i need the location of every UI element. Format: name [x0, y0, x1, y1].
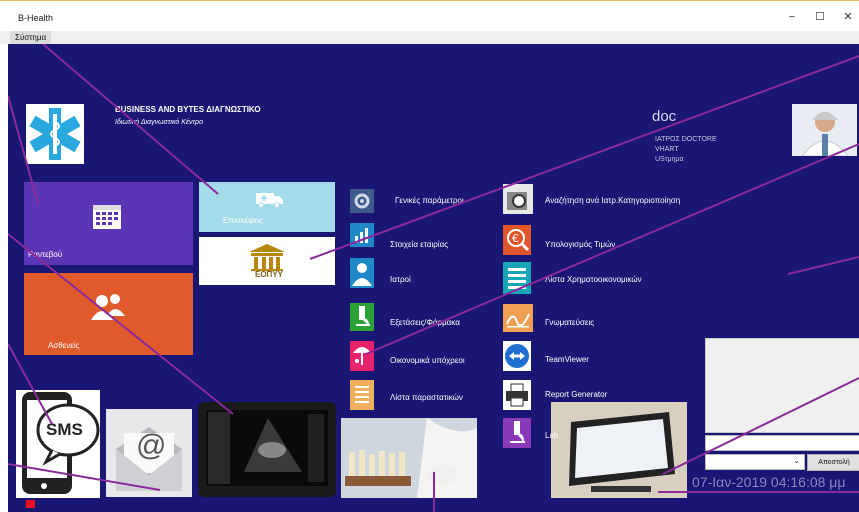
maximize-icon[interactable]: ☐	[810, 9, 830, 25]
minimize-icon[interactable]: −	[782, 9, 802, 25]
appointments-tile[interactable]: Ραντεβού	[24, 182, 193, 265]
menu-bar: Σύστημα	[0, 31, 859, 44]
svg-text:€: €	[512, 232, 519, 245]
clinic-subtitle: Ιδιωτικό Διαγνωστικό Κέντρο	[115, 119, 203, 126]
app-title: B-Health	[18, 13, 54, 23]
lab-samples-image	[341, 418, 477, 498]
eopyy-tile[interactable]: ΕΟΠΥΥ	[199, 237, 335, 285]
clinic-logo	[26, 104, 84, 164]
sms-tile[interactable]: SMS	[16, 390, 100, 498]
menu-label: Λίστα παραστατικών	[390, 393, 463, 402]
patients-label: Ασθενείς	[48, 341, 80, 350]
menu-label: TeamViewer	[545, 355, 589, 364]
main-panel: BUSINESS AND BYTES ΔΙΑΓΝΩΣΤΙΚΟ Ιδιωτικό …	[8, 44, 859, 512]
ultrasound-image	[206, 410, 328, 486]
menu-label: Λίστα Χρηματοοικονομικών	[545, 275, 642, 284]
recipient-combo[interactable]: ⌄	[705, 454, 805, 470]
euro-search-icon: €	[503, 225, 531, 255]
user-name: VHART	[655, 146, 679, 153]
user-short: doc	[652, 108, 677, 125]
user-title: ΙΑΤΡΟΣ DOCTORE	[655, 136, 717, 143]
microscope-icon	[350, 303, 374, 331]
status-indicator	[26, 500, 35, 508]
menu-label: Γνωματεύσεις	[545, 318, 595, 327]
patients-icon	[91, 294, 125, 320]
email-at-label: @	[136, 429, 167, 462]
signature-icon	[503, 304, 533, 332]
menu-label: Ιατροί	[390, 275, 411, 284]
visits-label: Επισκέψεις	[223, 216, 264, 225]
search-doc-icon	[503, 184, 533, 214]
appointments-label: Ραντεβού	[28, 250, 63, 259]
teamviewer-icon	[503, 341, 531, 371]
email-tile[interactable]: @	[106, 409, 192, 497]
doctor-icon	[350, 258, 374, 288]
sms-label: SMS	[46, 420, 83, 439]
calendar-icon	[93, 205, 121, 229]
star-of-life-icon	[29, 108, 81, 160]
title-bar: B-Health − ☐ ✕	[0, 0, 859, 32]
visits-tile[interactable]: Επισκέψεις	[199, 182, 335, 232]
tablet-image	[551, 402, 687, 498]
ultrasound-tile[interactable]	[198, 402, 336, 497]
menu-label: Οικονομικά υπόχρεοι	[390, 356, 465, 365]
menu-label: Γενικές παράμετροι	[395, 196, 464, 205]
user-dept: USτμημα	[655, 156, 684, 163]
menu-label: Στοιχεία εταιρίας	[390, 240, 449, 249]
tablet-tile[interactable]	[551, 402, 687, 498]
eopyy-label: ΕΟΠΥΥ	[255, 270, 284, 279]
send-button[interactable]: Αποστολή	[807, 454, 859, 471]
lab-samples-tile[interactable]	[341, 418, 477, 498]
patients-tile[interactable]: Ασθενείς	[24, 273, 193, 355]
chart-icon	[350, 223, 374, 247]
menu-label: Αναζήτηση ανά Ιατρ.Κατηγοριοποίηση	[545, 196, 681, 205]
datetime-clock: 07-Ιαν-2019 04:16:08 μμ	[692, 474, 846, 490]
message-display-box[interactable]	[705, 338, 859, 433]
list-icon	[350, 380, 374, 410]
lab-icon	[503, 418, 531, 448]
clinic-name: BUSINESS AND BYTES ΔΙΑΓΝΩΣΤΙΚΟ	[115, 105, 261, 114]
menu-label: Lab	[545, 431, 559, 440]
finance-list-icon	[503, 262, 531, 294]
ambulance-icon	[256, 193, 283, 208]
printer-icon	[503, 380, 531, 410]
menu-label: Report Generator	[545, 390, 608, 399]
chevron-down-icon: ⌄	[793, 456, 800, 465]
gear-icon	[350, 189, 374, 213]
menu-label: Υπολογισμός Τιμών	[545, 240, 616, 249]
message-input[interactable]	[705, 435, 859, 451]
menu-label: Εξετάσεις/Φάρμακα	[390, 318, 460, 327]
menu-system[interactable]: Σύστημα	[10, 31, 52, 44]
user-avatar	[792, 104, 857, 157]
close-icon[interactable]: ✕	[838, 9, 858, 25]
umbrella-icon	[350, 341, 374, 371]
